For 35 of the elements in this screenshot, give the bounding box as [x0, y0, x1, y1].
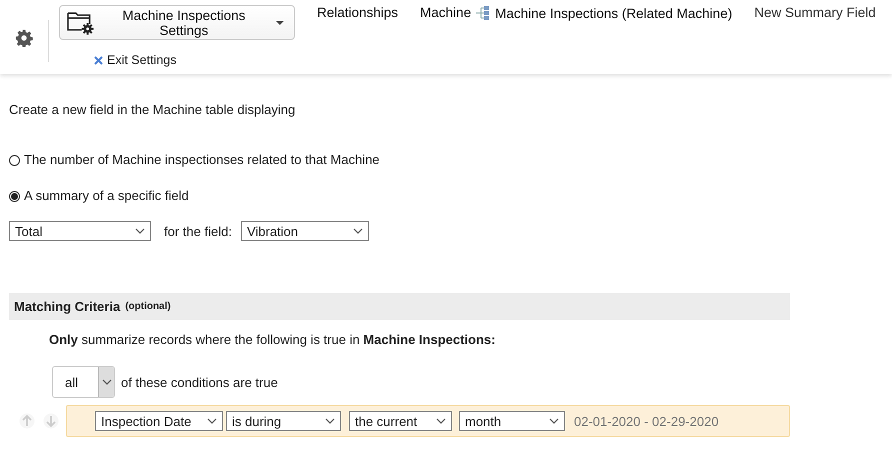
page-title: New Summary Field	[754, 5, 876, 20]
breadcrumb-link[interactable]: Machine	[420, 5, 472, 20]
operator-dropdown[interactable]: is during	[226, 411, 341, 431]
optional-note: (optional)	[125, 301, 171, 312]
option-label[interactable]: The number of Machine inspectionses related to that Machine	[24, 152, 380, 168]
settings-icon[interactable]	[15, 29, 33, 47]
period-dropdown[interactable]: month	[459, 411, 565, 431]
caret-icon	[436, 418, 446, 424]
intro-text: Create a new field in the Machine table displaying	[9, 102, 296, 118]
folder-gear-icon	[66, 10, 96, 36]
criteria-description: Only summarize records where the following is true in Machine Inspections:	[49, 332, 496, 347]
function-dropdown[interactable]: Total	[9, 221, 151, 241]
radio-button[interactable]	[9, 154, 20, 166]
caret-icon	[135, 228, 145, 234]
hierarchy-icon	[475, 5, 492, 21]
match-label: of these conditions are true	[121, 374, 278, 390]
caret-icon	[352, 228, 363, 234]
option-label[interactable]: A summary of a specific field	[24, 188, 189, 204]
qualifier-dropdown[interactable]: the current	[349, 411, 452, 431]
settings-menu-button[interactable]: Machine Inspections Settings	[59, 5, 295, 40]
radio-button[interactable]	[9, 190, 20, 202]
field-dropdown[interactable]: Vibration	[240, 221, 369, 241]
caret-icon	[207, 418, 217, 424]
breadcrumb-link[interactable]: Machine Inspections (Related Machine)	[495, 6, 732, 20]
caret-icon	[325, 418, 335, 424]
exit-settings-link[interactable]: Exit Settings	[94, 53, 295, 67]
date-range: 02-01-2020 - 02-29-2020	[574, 414, 719, 428]
section-title: Matching Criteria	[14, 299, 120, 314]
caret-icon	[102, 379, 112, 385]
caret-icon	[549, 418, 559, 424]
close-icon	[94, 56, 103, 64]
condition-field-dropdown[interactable]: Inspection Date	[95, 411, 223, 431]
field-label: for the field:	[164, 224, 232, 238]
breadcrumb-link[interactable]: Relationships	[317, 5, 398, 20]
match-dropdown[interactable]: all	[52, 366, 115, 398]
